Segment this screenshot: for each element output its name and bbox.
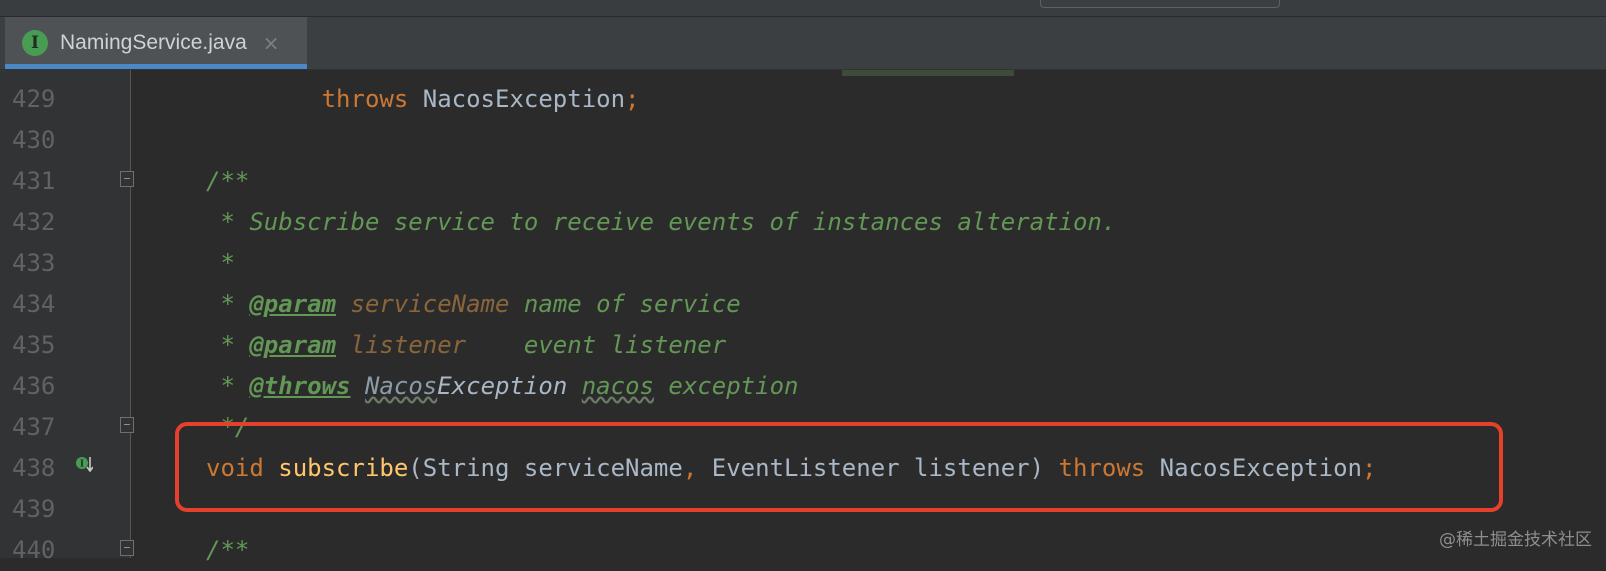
code-text: * @throws NacosException nacos exception [206, 365, 798, 407]
highlight-box [175, 422, 1503, 512]
code-line[interactable]: 431 /** [0, 160, 1606, 202]
code-token: * [206, 249, 235, 277]
code-token: * [206, 372, 250, 400]
code-token: nacos [581, 372, 654, 400]
line-number: 434 [12, 290, 56, 318]
code-text: /** [206, 529, 249, 571]
line-number: 430 [12, 126, 56, 154]
close-icon[interactable]: × [263, 31, 280, 55]
toolbar-field[interactable] [1040, 0, 1280, 8]
code-text: * @param listener event listener [206, 324, 726, 366]
code-token: Nacos [364, 372, 438, 400]
line-number: 432 [12, 208, 56, 236]
line-number: 433 [12, 249, 56, 277]
editor-tab-bar: I NamingService.java × [0, 17, 1606, 70]
code-token: name of service [509, 290, 741, 318]
line-number: 429 [12, 85, 56, 113]
code-line[interactable]: 435 * @param listener event listener [0, 324, 1606, 366]
line-number: 439 [12, 495, 56, 523]
fold-marker-close[interactable] [120, 417, 134, 433]
code-line[interactable]: 436 * @throws NacosException nacos excep… [0, 365, 1606, 407]
line-number: 436 [12, 372, 56, 400]
code-line[interactable]: 440 /** [0, 529, 1606, 571]
code-token: serviceName [350, 290, 510, 318]
code-text: /** [206, 160, 249, 202]
code-text: * @param serviceName name of service [206, 283, 741, 325]
line-number: 431 [12, 167, 56, 195]
code-token: NacosException [408, 85, 626, 113]
code-text: throws NacosException; [206, 78, 640, 120]
code-token: throws [321, 85, 409, 113]
interface-icon: I [22, 30, 48, 56]
code-token: @param [249, 290, 337, 318]
code-token: * [206, 331, 250, 359]
code-token: Exception [437, 372, 568, 400]
code-token: * [206, 290, 250, 318]
toolbar-strip [0, 0, 1606, 17]
fold-marker-open[interactable] [120, 540, 134, 556]
code-token: exception [653, 372, 799, 400]
tab-label: NamingService.java [60, 31, 247, 54]
watermark: @稀土掘金技术社区 [1439, 530, 1592, 550]
code-token: /** [206, 167, 250, 195]
code-token: * Subscribe service to receive events of… [206, 208, 1117, 236]
code-token: event listener [466, 331, 727, 359]
code-text: * [206, 242, 235, 284]
line-number: 440 [12, 536, 56, 564]
fold-marker-open[interactable] [120, 171, 134, 187]
scroll-peek [842, 70, 1014, 76]
code-token: listener [350, 331, 467, 359]
line-number: 435 [12, 331, 56, 359]
code-line[interactable]: 432 * Subscribe service to receive event… [0, 201, 1606, 243]
code-token: @throws [249, 372, 351, 400]
code-token: @param [249, 331, 337, 359]
line-number: 438 [12, 454, 56, 482]
active-tab-indicator [5, 64, 307, 69]
code-token: /** [206, 536, 250, 564]
code-token: ; [625, 85, 640, 113]
svg-text:I: I [80, 460, 84, 470]
line-number: 437 [12, 413, 56, 441]
code-text: * Subscribe service to receive events of… [206, 201, 1116, 243]
code-line[interactable]: 429 throws NacosException; [0, 78, 1606, 120]
code-line[interactable]: 433 * [0, 242, 1606, 284]
implemented-method-icon[interactable]: I [75, 455, 93, 473]
code-line[interactable]: 430 [0, 119, 1606, 161]
code-line[interactable]: 434 * @param serviceName name of service [0, 283, 1606, 325]
tab-naming-service[interactable]: I NamingService.java × [5, 17, 307, 69]
